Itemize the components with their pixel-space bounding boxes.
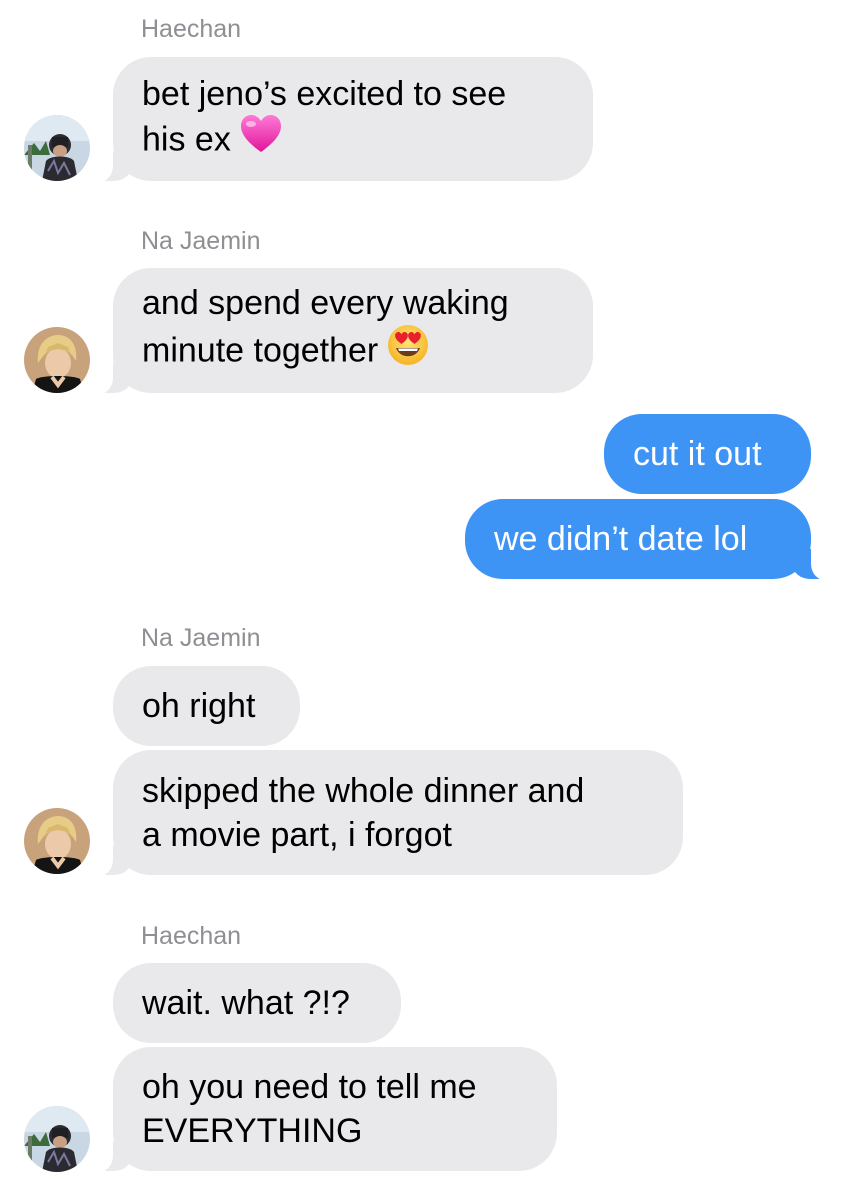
message-bubble-outgoing[interactable]: we didn’t date lol bbox=[465, 499, 835, 580]
avatar-jaemin[interactable] bbox=[24, 327, 90, 393]
message-text: wait. what ?!? bbox=[142, 984, 350, 1022]
message-text-line-2: a movie part, i forgot bbox=[142, 815, 452, 854]
avatar-jaemin[interactable] bbox=[24, 808, 90, 874]
message-text: oh you need to tell me bbox=[142, 1068, 477, 1106]
avatar-haechan[interactable] bbox=[24, 115, 90, 181]
message-text: cut it out bbox=[633, 435, 762, 473]
heart-icon bbox=[239, 114, 283, 165]
message-text-line-2: his ex bbox=[142, 114, 564, 167]
message-bubble-incoming[interactable]: skipped the whole dinner and a movie par… bbox=[89, 750, 683, 876]
message-text: oh right bbox=[142, 687, 256, 725]
sender-name-haechan: Haechan bbox=[141, 922, 242, 950]
message-text: skipped the whole dinner and bbox=[142, 771, 585, 810]
heart-eyes-icon bbox=[386, 323, 430, 378]
sender-name-jaemin: Na Jaemin bbox=[141, 227, 261, 255]
message-bubble-incoming[interactable]: oh right bbox=[113, 666, 300, 746]
message-text: we didn’t date lol bbox=[494, 520, 748, 558]
message-bubble-incoming[interactable]: oh you need to tell me EVERYTHING bbox=[89, 1047, 557, 1172]
message-text: bet jeno’s excited to see bbox=[142, 74, 507, 113]
sender-name-jaemin: Na Jaemin bbox=[141, 624, 261, 652]
message-bubble-incoming[interactable]: bet jeno’s excited to see his ex bbox=[89, 57, 593, 182]
message-bubble-outgoing[interactable]: cut it out bbox=[604, 414, 811, 494]
sender-name-haechan: Haechan bbox=[141, 15, 242, 43]
message-text-line-2: EVERYTHING bbox=[142, 1112, 363, 1150]
message-text: and spend every waking bbox=[142, 284, 509, 322]
message-bubble-incoming[interactable]: and spend every waking minute together bbox=[89, 268, 593, 394]
message-text-line-2: minute together bbox=[142, 325, 564, 380]
avatar-haechan[interactable] bbox=[24, 1106, 90, 1172]
message-bubble-incoming[interactable]: wait. what ?!? bbox=[113, 963, 401, 1043]
